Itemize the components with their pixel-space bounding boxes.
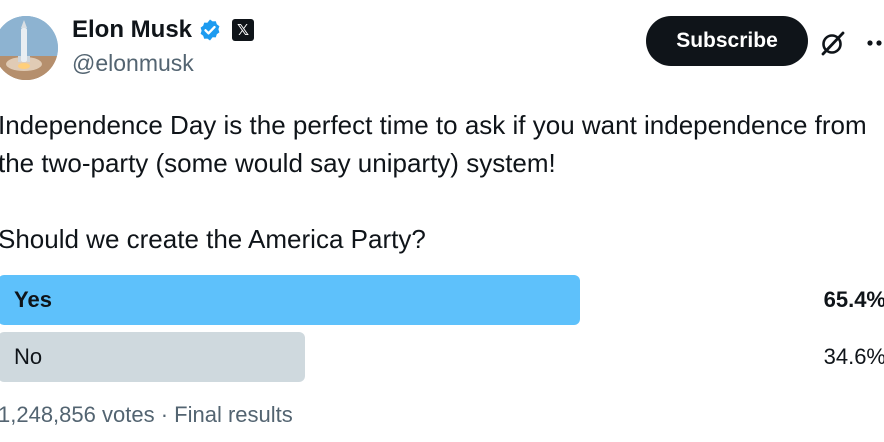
avatar[interactable]: [0, 16, 58, 80]
more-icon[interactable]: [864, 30, 884, 56]
poll-vote-count: 1,248,856 votes: [0, 402, 155, 427]
poll-option-percent: 65.4%: [823, 287, 884, 312]
rocket-launch-image: [0, 16, 58, 80]
poll-bar-no: [0, 332, 305, 382]
poll-option-yes: Yes 65.4%: [0, 275, 884, 325]
tweet-text: Independence Day is the perfect time to …: [0, 110, 867, 254]
poll-option-no: No 34.6%: [0, 332, 884, 382]
poll-footer-separator: ·: [160, 402, 169, 427]
poll-status: Final results: [174, 402, 293, 427]
verified-badge-icon[interactable]: [198, 18, 222, 42]
poll-option-percent: 34.6%: [823, 344, 884, 369]
poll-option-label: No: [14, 344, 43, 369]
grok-icon[interactable]: [818, 28, 848, 58]
poll-footer: 1,248,856 votes · Final results: [0, 402, 293, 428]
poll-bar-yes: [0, 275, 580, 325]
tweet: Elon Musk 𝕏 @elonmusk Subscribe Independ…: [0, 0, 884, 442]
author-name[interactable]: Elon Musk: [72, 16, 192, 44]
poll-option-label: Yes: [14, 287, 52, 312]
author-handle[interactable]: @elonmusk: [72, 50, 194, 77]
subscribe-button[interactable]: Subscribe: [646, 16, 808, 66]
x-affiliate-badge-icon[interactable]: 𝕏: [232, 19, 255, 41]
author-name-row: Elon Musk 𝕏: [72, 16, 255, 44]
